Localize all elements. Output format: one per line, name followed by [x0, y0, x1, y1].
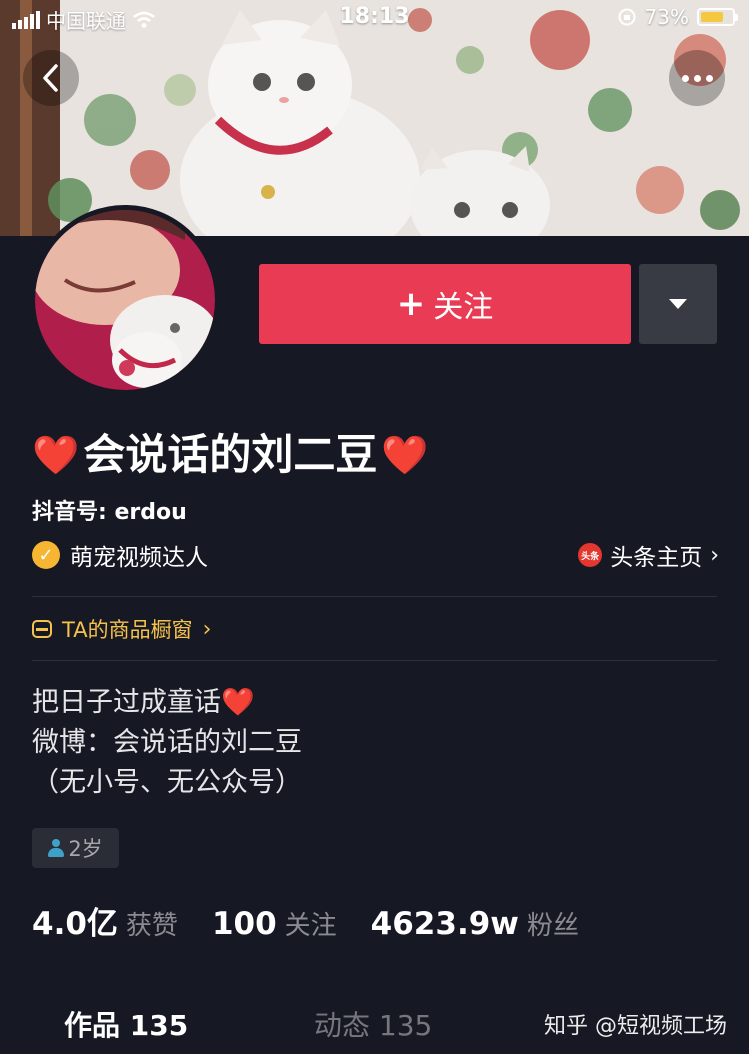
- watermark: 知乎 @短视频工场: [544, 1014, 727, 1039]
- shop-label: TA的商品橱窗: [62, 618, 193, 642]
- tab-works[interactable]: 作品 135: [64, 1004, 188, 1044]
- toutiao-label: 头条主页: [610, 545, 703, 571]
- chevron-right-icon: ›: [710, 542, 719, 568]
- bio-line: （无小号、无公众号）: [32, 767, 302, 798]
- follow-label: 关注: [433, 290, 494, 325]
- cover-photo: [0, 0, 749, 236]
- chevron-left-icon: [43, 64, 58, 92]
- profile-name-text: 会说话的刘二豆: [83, 430, 378, 479]
- battery-level-fill: [701, 12, 723, 22]
- chevron-right-icon: ›: [202, 616, 212, 642]
- followers-count: 4623.9w: [370, 906, 519, 942]
- bio-line: 把日子过成童话❤️: [32, 687, 255, 718]
- cover-image: [0, 0, 749, 236]
- followers-stat[interactable]: 4623.9w 粉丝: [371, 905, 579, 942]
- following-count: 100: [211, 906, 277, 942]
- battery-icon: [697, 8, 738, 26]
- battery-percent: 73%: [644, 5, 689, 29]
- more-options-button[interactable]: [669, 50, 725, 106]
- following-label: 关注: [284, 911, 337, 941]
- shop-icon: [32, 620, 52, 638]
- age-label: 2岁: [68, 837, 103, 861]
- back-button[interactable]: [23, 50, 79, 106]
- verified-badge-icon: ✓: [32, 541, 60, 569]
- likes-label: 获赞: [125, 911, 178, 941]
- status-bar: 中国联通 18:13 73%: [0, 0, 749, 34]
- follow-button[interactable]: + 关注: [259, 264, 631, 344]
- age-tag: 2岁: [32, 828, 119, 868]
- shop-window-link[interactable]: TA的商品橱窗 ›: [32, 614, 211, 644]
- bio: 把日子过成童话❤️ 微博：会说话的刘二豆 （无小号、无公众号）: [32, 683, 302, 803]
- following-stat[interactable]: 100 关注: [212, 905, 337, 942]
- toutiao-icon: 头条: [578, 543, 603, 567]
- plus-icon: +: [396, 284, 426, 324]
- more-dots-icon: [681, 74, 713, 82]
- likes-count: 4.0亿: [32, 906, 118, 942]
- recommend-dropdown-button[interactable]: [639, 264, 717, 344]
- tab-posts[interactable]: 动态 135: [314, 1004, 432, 1044]
- heart-icon: ❤️: [381, 433, 429, 477]
- douyin-id: 抖音号: erdou: [32, 500, 187, 525]
- divider: [32, 596, 717, 597]
- person-icon: [48, 838, 65, 858]
- status-right: 73%: [617, 5, 738, 29]
- divider: [32, 660, 717, 661]
- bio-line: 微博：会说话的刘二豆: [32, 727, 302, 758]
- followers-label: 粉丝: [526, 911, 579, 941]
- avatar-image: [35, 210, 215, 390]
- toutiao-homepage-link[interactable]: 头条 头条主页 ›: [578, 538, 719, 572]
- profile-name: ❤️ 会说话的刘二豆 ❤️: [32, 425, 429, 485]
- rotation-lock-icon: [618, 8, 636, 26]
- caret-down-icon: [669, 299, 687, 309]
- verification-label: 萌宠视频达人: [70, 545, 208, 571]
- stats-row: 4.0亿 获赞 100 关注 4623.9w 粉丝: [32, 898, 613, 943]
- likes-stat: 4.0亿 获赞: [32, 898, 178, 943]
- avatar[interactable]: [30, 205, 220, 395]
- heart-icon: ❤️: [32, 433, 80, 477]
- verification-row: ✓ 萌宠视频达人: [32, 538, 208, 572]
